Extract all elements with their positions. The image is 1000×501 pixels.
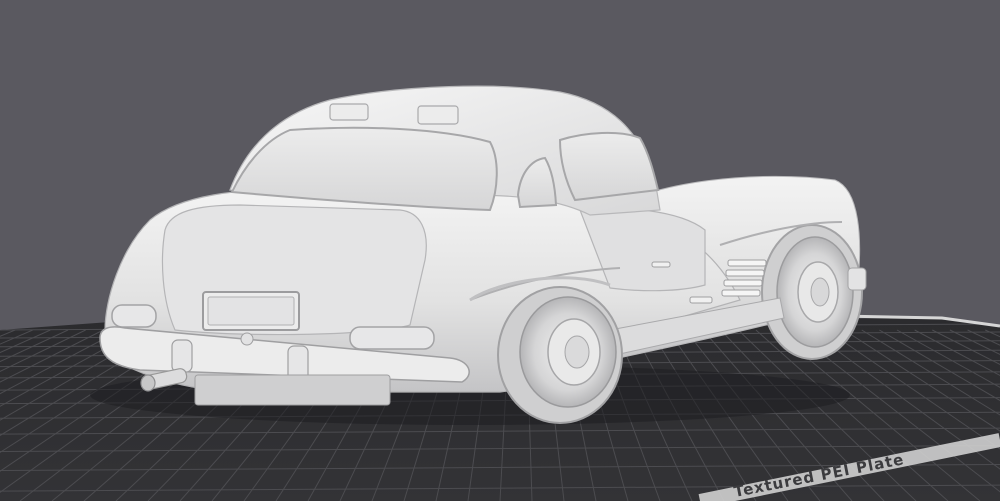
scene-canvas[interactable]: Textured PEI Plate xyxy=(0,0,1000,501)
model-license-plate-inner xyxy=(207,296,295,326)
model-tail-light-right xyxy=(349,326,435,350)
3d-viewport[interactable]: Textured PEI Plate xyxy=(0,0,1000,501)
roof-vent-left xyxy=(329,103,369,121)
model-side-badge xyxy=(689,296,713,304)
roof-vent-right xyxy=(417,105,459,125)
rear-left-wheel xyxy=(497,286,623,424)
model-door-handle xyxy=(651,261,671,268)
model-under-tray xyxy=(194,374,391,406)
model-tail-light-left xyxy=(111,304,157,328)
model-bumper-guard-left xyxy=(171,339,193,373)
model-side-window xyxy=(558,131,660,202)
rear-right-wheel xyxy=(761,224,863,360)
model-front-bumper-tip xyxy=(847,267,867,291)
model-tow-hook xyxy=(240,332,254,346)
